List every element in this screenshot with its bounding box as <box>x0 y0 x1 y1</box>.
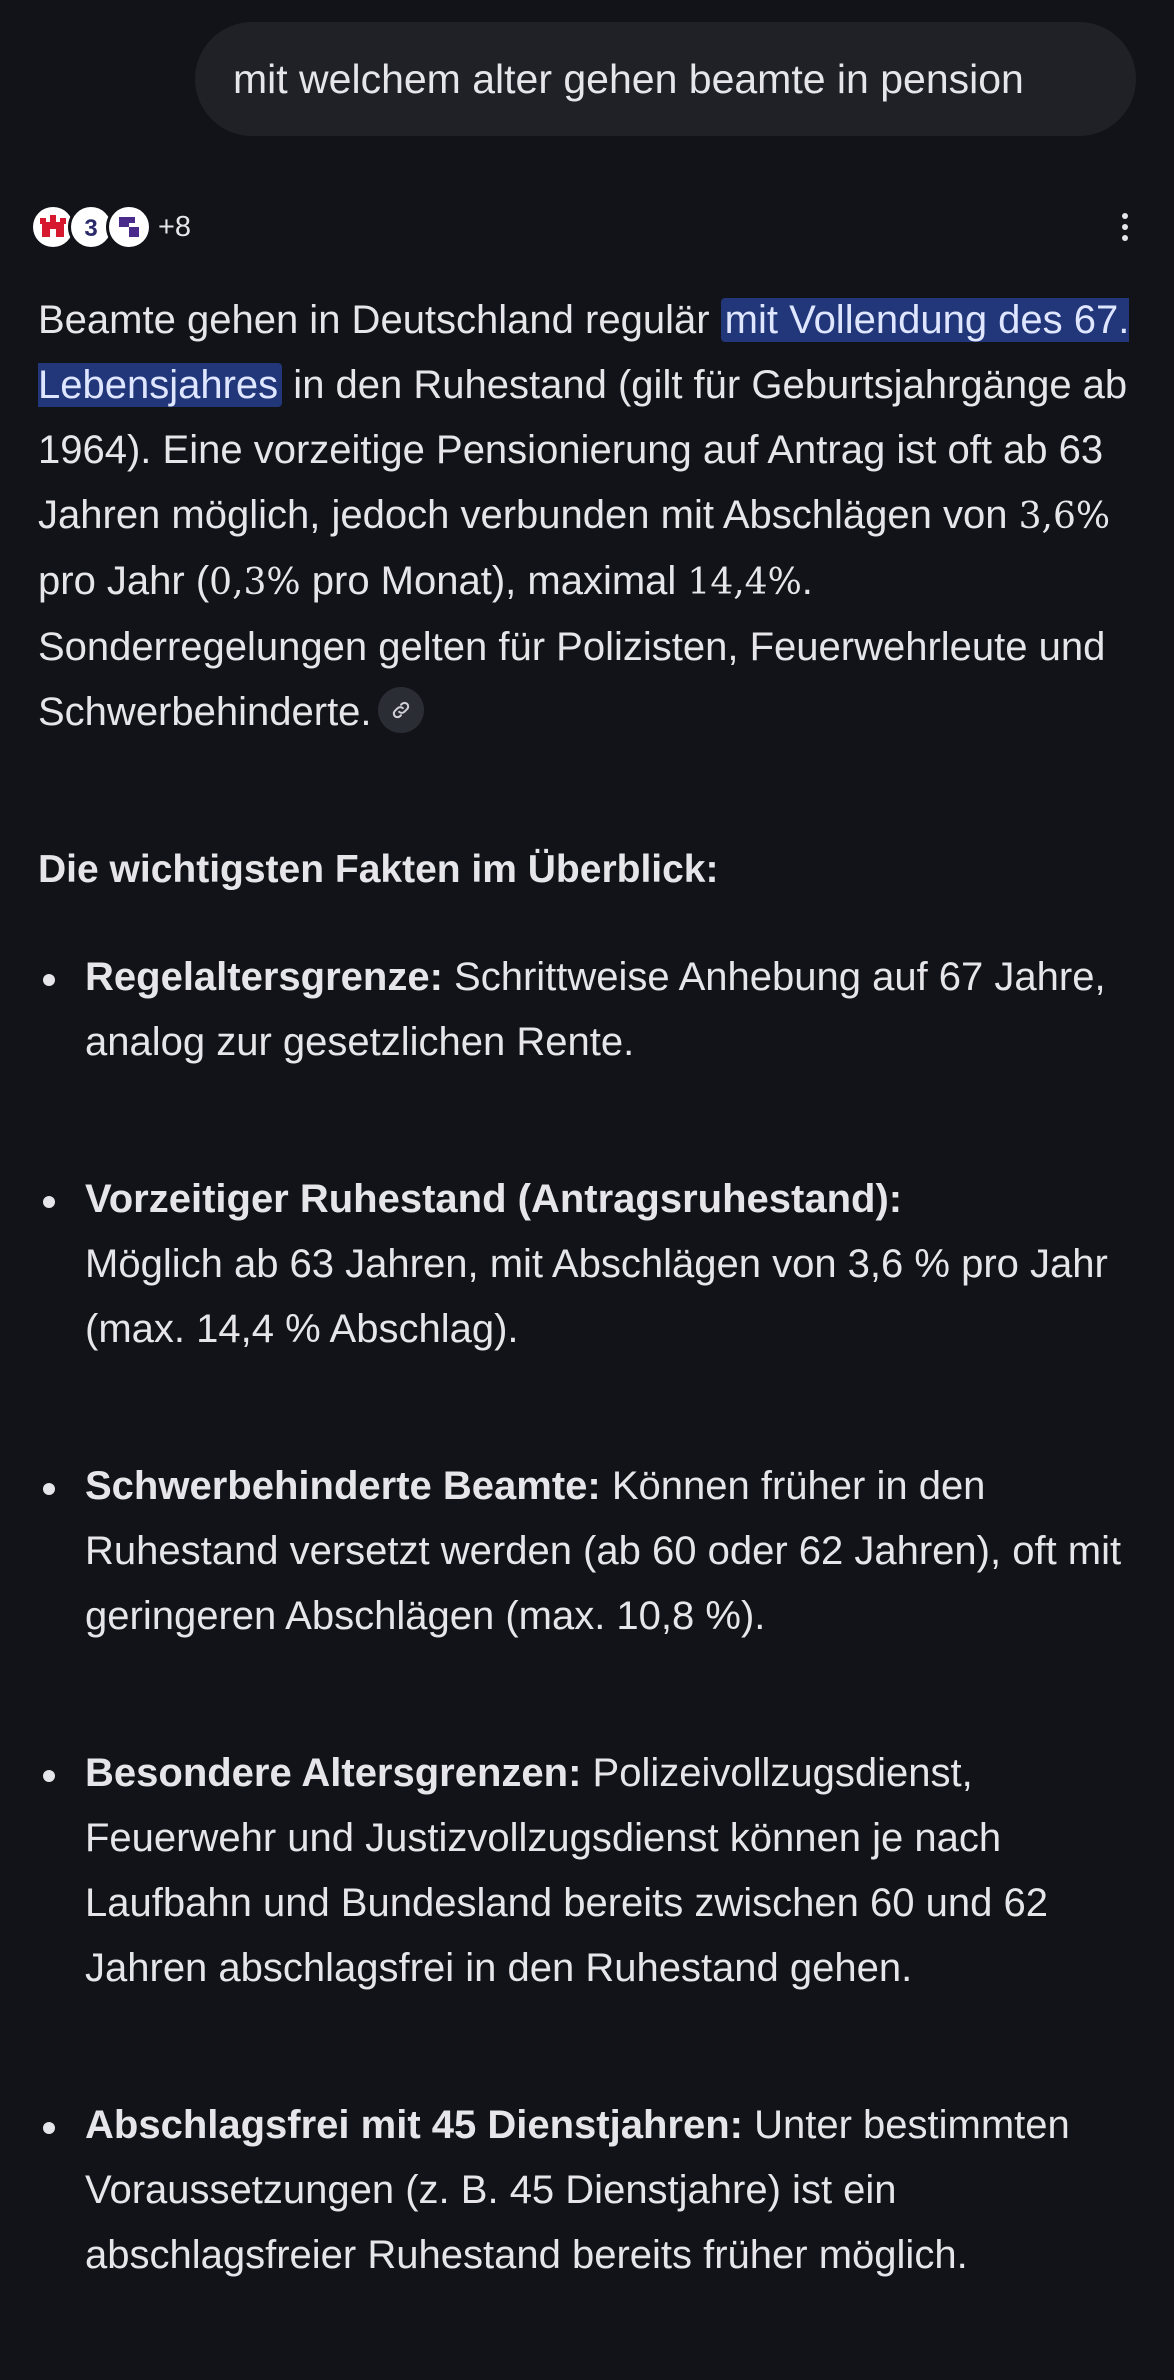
fact-term: Besondere Altersgrenzen: <box>85 1751 582 1795</box>
facts-heading: Die wichtigsten Fakten im Überblick: <box>38 848 719 891</box>
list-item: Vorzeitiger Ruhestand (Antragsruhestand)… <box>38 1167 1138 1362</box>
svg-text:3: 3 <box>84 215 97 242</box>
answer-text-2: pro Jahr ( <box>38 559 210 603</box>
list-item: Schwerbehinderte Beamte: Können früher i… <box>38 1454 1138 1649</box>
fact-term: Schwerbehinderte Beamte: <box>85 1464 601 1508</box>
list-item: Abschlagsfrei mit 45 Dienstjahren: Unter… <box>38 2093 1138 2288</box>
math-value-2: 0,3% <box>209 562 301 603</box>
facts-list: Regelaltersgrenze: Schrittweise Anhebung… <box>38 945 1138 2380</box>
math-value-3: 14,4% <box>687 562 802 603</box>
fact-text: Möglich ab 63 Jahren, mit Abschlägen von… <box>85 1242 1108 1351</box>
more-sources-count[interactable]: +8 <box>158 211 191 244</box>
source-link-icon[interactable] <box>377 687 424 734</box>
purple-logo-icon[interactable] <box>106 204 152 250</box>
user-query-text: mit welchem alter gehen beamte in pensio… <box>233 55 1024 102</box>
fact-term: Vorzeitiger Ruhestand (Antragsruhestand)… <box>85 1177 903 1221</box>
list-item: Besondere Altersgrenzen: Polizeivollzugs… <box>38 1741 1138 2001</box>
sources-row[interactable]: 3 +8 <box>30 202 1144 252</box>
answer-intro-text: Beamte gehen in Deutschland regulär <box>38 298 721 342</box>
list-item: Regelaltersgrenze: Schrittweise Anhebung… <box>38 945 1138 1075</box>
fact-term: Regelaltersgrenze: <box>85 955 443 999</box>
more-options-icon[interactable] <box>1110 206 1140 248</box>
user-query-bubble: mit welchem alter gehen beamte in pensio… <box>195 22 1136 136</box>
answer-text-3: pro Monat), maximal <box>300 559 688 603</box>
math-value-1: 3,6% <box>1018 496 1111 537</box>
answer-paragraph: Beamte gehen in Deutschland regulär mit … <box>38 288 1138 745</box>
fact-term: Abschlagsfrei mit 45 Dienstjahren: <box>85 2103 743 2147</box>
